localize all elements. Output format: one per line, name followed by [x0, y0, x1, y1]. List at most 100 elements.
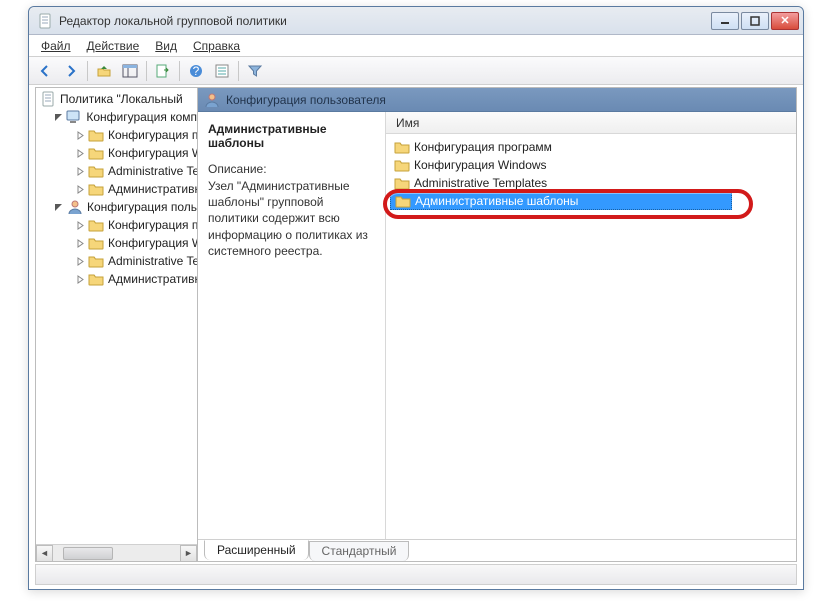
expand-open-icon[interactable]	[54, 112, 63, 123]
doc-icon	[40, 92, 56, 106]
tab-standard[interactable]: Стандартный	[309, 541, 410, 561]
tree-label: Административн	[108, 272, 198, 286]
app-icon	[37, 13, 53, 29]
tree-label: Конфигурация поль	[87, 200, 197, 214]
tree-label: Конфигурация п	[108, 218, 198, 232]
description-label: Описание:	[208, 162, 377, 176]
view-tabs: Расширенный Стандартный	[198, 539, 796, 561]
tab-extended[interactable]: Расширенный	[204, 540, 309, 560]
expand-closed-icon[interactable]	[76, 184, 85, 195]
properties-button[interactable]	[210, 59, 234, 83]
tree-label: Конфигурация W	[108, 236, 198, 250]
expand-closed-icon[interactable]	[76, 130, 85, 141]
list-item-label: Административные шаблоны	[415, 194, 578, 208]
tree-label: Administrative Te	[108, 254, 198, 268]
expand-closed-icon[interactable]	[76, 220, 85, 231]
minimize-button[interactable]	[711, 12, 739, 30]
help-button[interactable]	[184, 59, 208, 83]
expand-open-icon[interactable]	[54, 202, 64, 213]
list-item[interactable]: Конфигурация Windows	[390, 156, 794, 174]
toolbar-separator	[87, 61, 88, 81]
folder-icon	[394, 140, 410, 154]
tree-item[interactable]: Конфигурация п	[36, 126, 197, 144]
app-window: Редактор локальной групповой политики ✕ …	[28, 6, 804, 590]
client-area: Политика "Локальный Конфигурация комп Ко…	[35, 87, 797, 562]
folder-icon	[88, 146, 104, 160]
titlebar[interactable]: Редактор локальной групповой политики ✕	[29, 7, 803, 35]
column-header-name[interactable]: Имя	[386, 112, 796, 134]
tree-label: Конфигурация W	[108, 146, 198, 160]
list-item-label: Administrative Templates	[414, 176, 547, 190]
expand-closed-icon[interactable]	[76, 148, 85, 159]
menu-help[interactable]: Справка	[187, 37, 246, 55]
detail-header: Конфигурация пользователя	[198, 88, 796, 112]
toolbar	[29, 57, 803, 85]
filter-button[interactable]	[243, 59, 267, 83]
toolbar-separator	[238, 61, 239, 81]
scroll-left-button[interactable]: ◄	[36, 545, 53, 562]
scroll-track[interactable]	[53, 545, 180, 562]
list-item[interactable]: Конфигурация программ	[390, 138, 794, 156]
folder-icon	[88, 128, 104, 142]
tree-scrollbar[interactable]: ◄ ►	[36, 544, 197, 561]
scroll-thumb[interactable]	[63, 547, 113, 560]
tree-item[interactable]: Administrative Te	[36, 162, 197, 180]
expand-closed-icon[interactable]	[76, 256, 85, 267]
list-pane: Имя Конфигурация программ Конфигурация W…	[386, 112, 796, 539]
tree-pane[interactable]: Политика "Локальный Конфигурация комп Ко…	[36, 88, 198, 561]
folder-icon	[394, 176, 410, 190]
expand-closed-icon[interactable]	[76, 166, 85, 177]
tree-root[interactable]: Политика "Локальный	[36, 90, 197, 108]
panes-button[interactable]	[118, 59, 142, 83]
list-item[interactable]: Administrative Templates	[390, 174, 794, 192]
tree-label: Конфигурация п	[108, 128, 198, 142]
menubar: Файл Действие Вид Справка	[29, 35, 803, 57]
tree-label: Административн	[108, 182, 198, 196]
description-pane: Административные шаблоны Описание: Узел …	[198, 112, 386, 539]
menu-file[interactable]: Файл	[35, 37, 77, 55]
folder-icon	[88, 254, 104, 268]
tree-item[interactable]: Administrative Te	[36, 252, 197, 270]
detail-header-text: Конфигурация пользователя	[226, 93, 386, 107]
tree-label: Administrative Te	[108, 164, 198, 178]
menu-action[interactable]: Действие	[81, 37, 146, 55]
tree-user-config[interactable]: Конфигурация поль	[36, 198, 197, 216]
tree-item[interactable]: Конфигурация п	[36, 216, 197, 234]
statusbar	[35, 564, 797, 585]
forward-button[interactable]	[59, 59, 83, 83]
folder-icon	[88, 236, 104, 250]
folder-icon	[88, 272, 104, 286]
expand-closed-icon[interactable]	[76, 274, 85, 285]
list-item-label: Конфигурация Windows	[414, 158, 547, 172]
folder-icon	[88, 182, 104, 196]
folder-icon	[88, 218, 104, 232]
menu-view[interactable]: Вид	[149, 37, 183, 55]
list-item-label: Конфигурация программ	[414, 140, 552, 154]
description-text: Узел "Административные шаблоны" группово…	[208, 178, 377, 259]
back-button[interactable]	[33, 59, 57, 83]
description-title: Административные шаблоны	[208, 122, 377, 150]
toolbar-separator	[146, 61, 147, 81]
tree-computer-config[interactable]: Конфигурация комп	[36, 108, 197, 126]
detail-pane: Конфигурация пользователя Административн…	[198, 88, 796, 561]
user-icon	[67, 200, 83, 214]
export-button[interactable]	[151, 59, 175, 83]
list-item-selected[interactable]: Административные шаблоны	[390, 192, 732, 210]
scroll-right-button[interactable]: ►	[180, 545, 197, 562]
expand-closed-icon[interactable]	[76, 238, 85, 249]
tree-label: Конфигурация комп	[86, 110, 197, 124]
tree-item[interactable]: Административн	[36, 180, 197, 198]
window-title: Редактор локальной групповой политики	[59, 14, 711, 28]
folder-icon	[394, 158, 410, 172]
tree-item[interactable]: Конфигурация W	[36, 234, 197, 252]
close-button[interactable]: ✕	[771, 12, 799, 30]
folder-icon	[395, 194, 411, 208]
list-rows: Конфигурация программ Конфигурация Windo…	[386, 134, 796, 212]
maximize-button[interactable]	[741, 12, 769, 30]
tree-item[interactable]: Административн	[36, 270, 197, 288]
tree-item[interactable]: Конфигурация W	[36, 144, 197, 162]
up-button[interactable]	[92, 59, 116, 83]
tree-label: Политика "Локальный	[60, 92, 183, 106]
user-icon	[204, 92, 220, 108]
folder-icon	[88, 164, 104, 178]
